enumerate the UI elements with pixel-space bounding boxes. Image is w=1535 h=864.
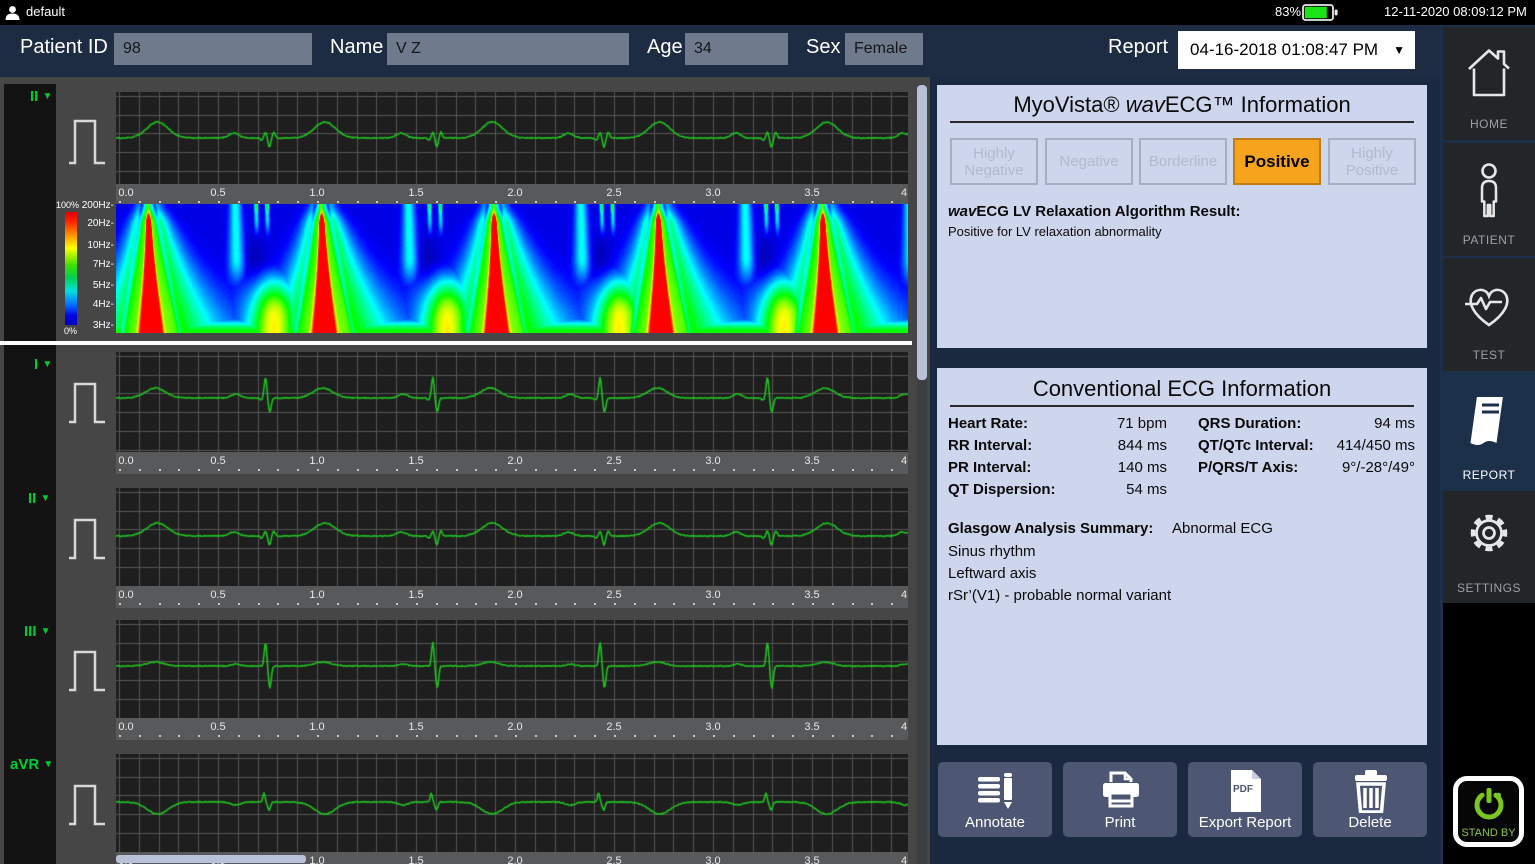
- svg-text:PDF: PDF: [1233, 784, 1253, 795]
